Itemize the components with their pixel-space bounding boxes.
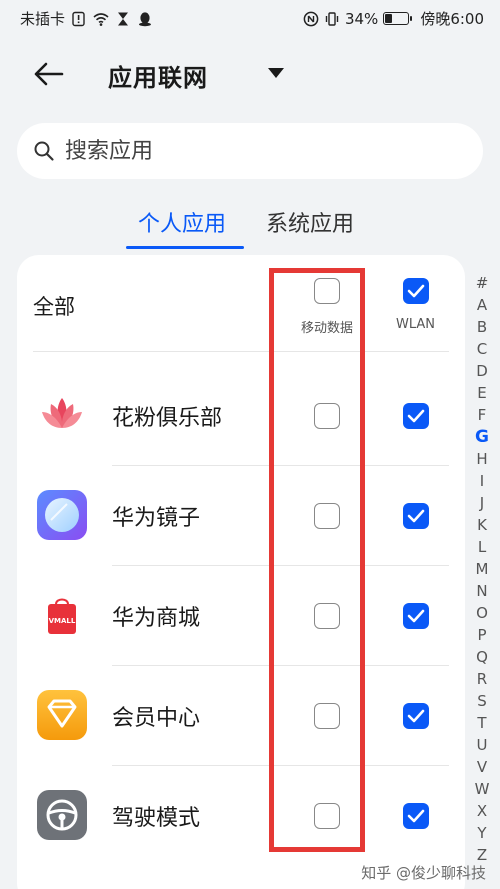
checkmark-icon [407, 609, 425, 623]
app-network-settings-page: 未插卡 34% 傍晚6:00 应用联网 搜索应用 个人应用 系统应用 全部 移动… [0, 0, 500, 889]
alphabet-index-letter[interactable]: P [470, 624, 494, 646]
clock-time: 傍晚6:00 [420, 10, 484, 28]
battery-percent: 34% [344, 9, 379, 28]
alphabet-index-letter[interactable]: V [470, 756, 494, 778]
mobile-data-highlight-box [269, 268, 365, 852]
wlan-checkbox[interactable] [403, 803, 429, 829]
app-name: 花粉俱乐部 [112, 406, 223, 431]
search-icon [34, 141, 54, 161]
alphabet-index[interactable]: # A B C D E F G H I J K L M N O P Q R S T U V W X Y Z [470, 272, 494, 866]
member-center-icon [37, 690, 87, 740]
all-apps-label: 全部 [33, 295, 75, 319]
wlan-column-label: WLAN [396, 317, 436, 332]
alphabet-index-letter[interactable]: U [470, 734, 494, 756]
steering-wheel-icon [37, 790, 87, 840]
all-wlan-checkbox[interactable] [403, 278, 429, 304]
alphabet-index-letter[interactable]: A [470, 294, 494, 316]
alphabet-index-letter[interactable]: G [470, 426, 494, 448]
wlan-checkbox[interactable] [403, 403, 429, 429]
status-bar: 未插卡 34% 傍晚6:00 [0, 0, 500, 36]
alphabet-index-letter[interactable]: B [470, 316, 494, 338]
alphabet-index-letter[interactable]: O [470, 602, 494, 624]
alphabet-index-letter[interactable]: F [470, 404, 494, 426]
status-right: 34% 傍晚6:00 [303, 8, 484, 29]
hourglass-icon [118, 12, 129, 25]
wlan-checkbox[interactable] [403, 503, 429, 529]
alphabet-index-letter[interactable]: T [470, 712, 494, 734]
vibrate-icon [325, 11, 339, 26]
tab-system-apps[interactable]: 系统应用 [266, 206, 354, 238]
search-input[interactable] [65, 123, 465, 179]
alphabet-index-letter[interactable]: N [470, 580, 494, 602]
alphabet-index-letter[interactable]: X [470, 800, 494, 822]
status-left: 未插卡 [20, 8, 153, 29]
checkmark-icon [407, 809, 425, 823]
tab-bar: 个人应用 系统应用 [0, 206, 500, 250]
alphabet-index-letter[interactable]: R [470, 668, 494, 690]
alphabet-index-letter[interactable]: K [470, 514, 494, 536]
alphabet-index-letter[interactable]: S [470, 690, 494, 712]
vmall-icon-text: VMALL [49, 617, 76, 625]
tab-personal-apps[interactable]: 个人应用 [138, 206, 226, 238]
lotus-icon [42, 398, 82, 428]
back-arrow-icon[interactable] [30, 56, 66, 92]
divider [33, 351, 449, 352]
app-row-driving-mode: 驾驶模式 [17, 766, 465, 866]
wlan-checkbox[interactable] [403, 703, 429, 729]
alphabet-index-letter[interactable]: E [470, 382, 494, 404]
checkmark-icon [407, 709, 425, 723]
app-bar: 应用联网 [0, 46, 500, 102]
watermark: 知乎 @俊少聊科技 [361, 864, 486, 882]
app-row-huawei-mall: VMALL 华为商城 [17, 566, 465, 666]
alphabet-index-letter[interactable]: W [470, 778, 494, 800]
wlan-checkbox[interactable] [403, 603, 429, 629]
alphabet-index-letter[interactable]: M [470, 558, 494, 580]
app-row-huafen-club: 花粉俱乐部 [17, 366, 465, 466]
app-name: 华为商城 [112, 606, 201, 631]
alphabet-index-letter[interactable]: # [470, 272, 494, 294]
checkmark-icon [407, 409, 425, 423]
sim-alert-icon [72, 11, 85, 26]
alphabet-index-letter[interactable]: Q [470, 646, 494, 668]
app-name: 驾驶模式 [112, 806, 201, 831]
alphabet-index-letter[interactable]: J [470, 492, 494, 514]
app-name: 会员中心 [112, 706, 201, 731]
page-title: 应用联网 [108, 64, 208, 92]
alphabet-index-letter[interactable]: L [470, 536, 494, 558]
mirror-icon [37, 490, 87, 540]
dropdown-triangle-icon[interactable] [266, 66, 286, 80]
alphabet-index-letter[interactable]: D [470, 360, 494, 382]
alphabet-index-letter[interactable]: C [470, 338, 494, 360]
no-sim-text: 未插卡 [20, 10, 66, 28]
alphabet-index-letter[interactable]: I [470, 470, 494, 492]
qq-icon [139, 11, 152, 26]
checkmark-icon [407, 509, 425, 523]
wifi-icon [93, 12, 109, 26]
tab-active-indicator [126, 246, 244, 249]
app-row-huawei-mirror: 华为镜子 [17, 466, 465, 566]
alphabet-index-letter[interactable]: H [470, 448, 494, 470]
search-bar[interactable] [17, 123, 483, 179]
alphabet-index-letter[interactable]: Y [470, 822, 494, 844]
nfc-icon [303, 11, 319, 26]
battery-icon [383, 12, 413, 25]
app-name: 华为镜子 [112, 506, 201, 531]
checkmark-icon [407, 284, 425, 298]
vmall-icon: VMALL [48, 598, 76, 634]
app-list-card: 全部 移动数据 WLAN 花粉俱乐部 华为镜子 VMALL 华为商城 会员中心 … [17, 255, 465, 889]
app-row-member-center: 会员中心 [17, 666, 465, 766]
